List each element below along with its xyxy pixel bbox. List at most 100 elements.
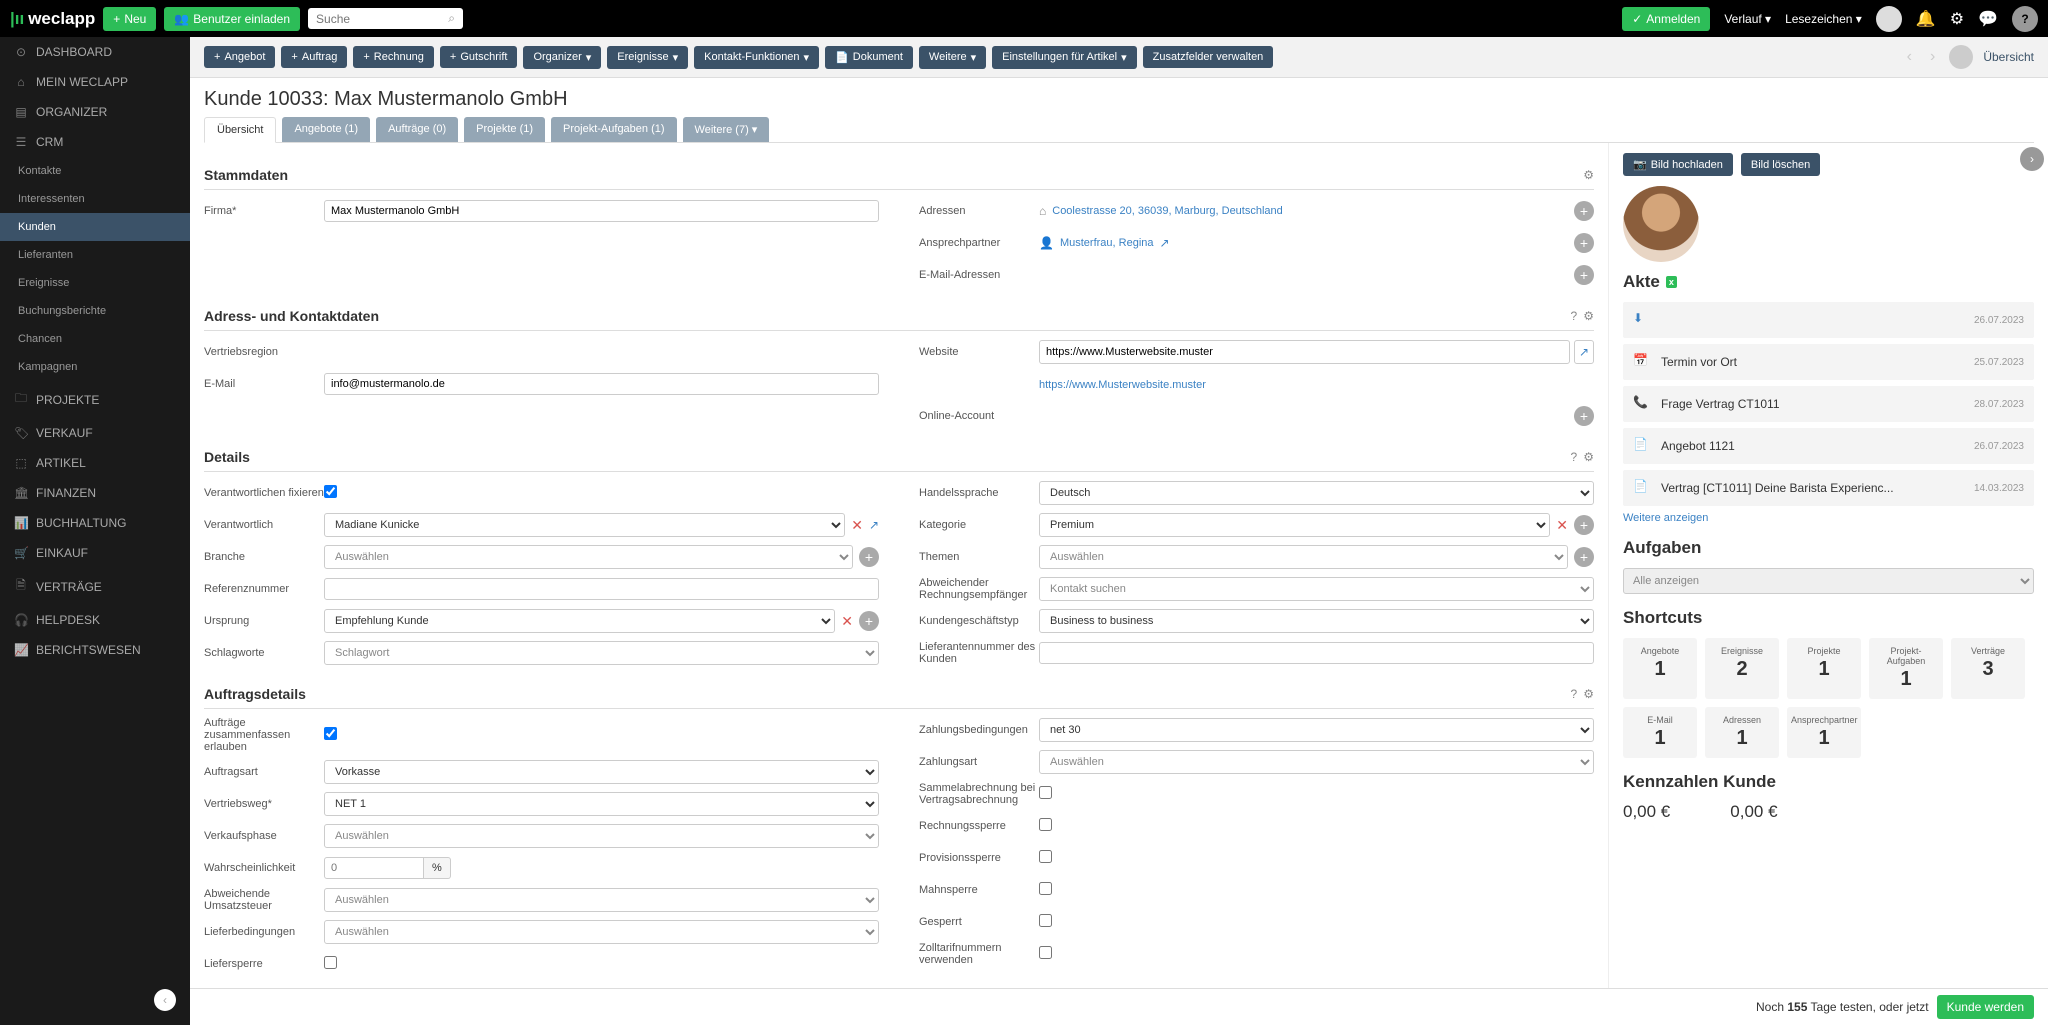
gutschrift-button[interactable]: + Gutschrift <box>440 46 518 68</box>
nav-next-icon[interactable]: › <box>1926 48 1939 66</box>
auftrag-button[interactable]: + Auftrag <box>281 46 347 68</box>
xls-badge[interactable]: x <box>1666 276 1677 288</box>
new-button[interactable]: +Neu <box>103 7 156 31</box>
kontakt-button[interactable]: Kontakt-Funktionen ▾ <box>694 46 819 69</box>
sidebar-lieferanten[interactable]: Lieferanten <box>0 241 190 269</box>
dokument-button[interactable]: 📄 Dokument <box>825 46 913 69</box>
sidebar-kampagnen[interactable]: Kampagnen <box>0 353 190 381</box>
shortcut-tile[interactable]: E-Mail1 <box>1623 707 1697 758</box>
bell-icon[interactable]: 🔔 <box>1916 9 1936 29</box>
user-avatar[interactable] <box>1876 6 1902 32</box>
chat-icon[interactable]: 💬 <box>1978 9 1998 29</box>
help-icon[interactable]: ? <box>1571 309 1578 323</box>
search-box[interactable]: ⌕ <box>308 8 463 29</box>
verkaufsphase-select[interactable]: Auswählen <box>324 824 879 848</box>
add-ursprung-button[interactable]: + <box>859 611 879 631</box>
akte-item[interactable]: ⬇26.07.2023 <box>1623 302 2034 338</box>
ext-link-icon[interactable]: ↗ <box>1160 236 1170 250</box>
help-icon[interactable]: ? <box>1571 450 1578 464</box>
gear-icon[interactable]: ⚙ <box>1950 9 1964 29</box>
website-ext-icon[interactable]: ↗ <box>1574 340 1594 364</box>
bild-hochladen-button[interactable]: 📷 Bild hochladen <box>1623 153 1733 176</box>
add-adresse-button[interactable]: + <box>1574 201 1594 221</box>
shortcut-tile[interactable]: Verträge3 <box>1951 638 2025 699</box>
lieferbed-select[interactable]: Auswählen <box>324 920 879 944</box>
shortcut-tile[interactable]: Ansprechpartner1 <box>1787 707 1861 758</box>
sidebar-collapse-button[interactable]: ‹ <box>154 989 176 1011</box>
shortcut-tile[interactable]: Ereignisse2 <box>1705 638 1779 699</box>
sidebar-artikel[interactable]: ⬚ARTIKEL <box>0 448 190 478</box>
bookmarks-link[interactable]: Lesezeichen ▾ <box>1785 12 1862 26</box>
email-input[interactable] <box>324 373 879 395</box>
organizer-button[interactable]: Organizer ▾ <box>523 46 601 69</box>
clear-kategorie-icon[interactable]: ✕ <box>1556 517 1568 534</box>
verantw-fix-checkbox[interactable] <box>324 485 337 498</box>
weitere-button[interactable]: Weitere ▾ <box>919 46 986 69</box>
tab-uebersicht[interactable]: Übersicht <box>204 117 276 143</box>
abw-rech-select[interactable]: Kontakt suchen <box>1039 577 1594 601</box>
website-input[interactable] <box>1039 340 1570 364</box>
sidebar-interessenten[interactable]: Interessenten <box>0 185 190 213</box>
sidebar-buchhaltung[interactable]: 📊BUCHHALTUNG <box>0 508 190 538</box>
aufgaben-filter-select[interactable]: Alle anzeigen <box>1623 568 2034 594</box>
sidebar-verkauf[interactable]: 🏷VERKAUF <box>0 418 190 448</box>
invite-user-button[interactable]: 👥Benutzer einladen <box>164 7 300 31</box>
login-button[interactable]: ✓Anmelden <box>1622 7 1710 31</box>
themen-select[interactable]: Auswählen <box>1039 545 1568 569</box>
ubersicht-link[interactable]: Übersicht <box>1983 50 2034 64</box>
sidebar-helpdesk[interactable]: 🎧HELPDESK <box>0 605 190 635</box>
liefersperre-checkbox[interactable] <box>324 956 337 969</box>
sidebar-dashboard[interactable]: ⊙DASHBOARD <box>0 37 190 67</box>
sidebar-projekte[interactable]: 🗀PROJEKTE <box>0 381 190 418</box>
branche-select[interactable]: Auswählen <box>324 545 853 569</box>
akte-item[interactable]: 📄Angebot 112126.07.2023 <box>1623 428 2034 464</box>
schlagworte-select[interactable]: Schlagwort <box>324 641 879 665</box>
help-icon[interactable]: ? <box>1571 687 1578 701</box>
nav-circle[interactable] <box>1949 45 1973 69</box>
sidebar-vertraege[interactable]: 🗎VERTRÄGE <box>0 568 190 605</box>
lieferantennr-input[interactable] <box>1039 642 1594 664</box>
tab-angebote[interactable]: Angebote (1) <box>282 117 370 142</box>
sidebar-finanzen[interactable]: 🏛FINANZEN <box>0 478 190 508</box>
provsperre-checkbox[interactable] <box>1039 850 1052 863</box>
sidebar-crm[interactable]: ☰CRM <box>0 127 190 157</box>
tab-projekt-aufgaben[interactable]: Projekt-Aufgaben (1) <box>551 117 677 142</box>
gear-icon[interactable]: ⚙ <box>1583 168 1594 182</box>
add-themen-button[interactable]: + <box>1574 547 1594 567</box>
tab-auftraege[interactable]: Aufträge (0) <box>376 117 458 142</box>
sidebar-kunden[interactable]: Kunden <box>0 213 190 241</box>
einstellungen-button[interactable]: Einstellungen für Artikel ▾ <box>992 46 1136 69</box>
clear-ursprung-icon[interactable]: ✕ <box>841 613 853 630</box>
gear-icon[interactable]: ⚙ <box>1583 450 1594 464</box>
geschaeftstyp-select[interactable]: Business to business <box>1039 609 1594 633</box>
ansprech-link[interactable]: Musterfrau, Regina <box>1060 237 1154 249</box>
rechnung-button[interactable]: + Rechnung <box>353 46 434 68</box>
sidebar-einkauf[interactable]: 🛒EINKAUF <box>0 538 190 568</box>
nav-prev-icon[interactable]: ‹ <box>1903 48 1916 66</box>
shortcut-tile[interactable]: Adressen1 <box>1705 707 1779 758</box>
akte-item[interactable]: 📞Frage Vertrag CT101128.07.2023 <box>1623 386 2034 422</box>
handelssprache-select[interactable]: Deutsch <box>1039 481 1594 505</box>
vertriebsweg-select[interactable]: NET 1 <box>324 792 879 816</box>
tab-projekte[interactable]: Projekte (1) <box>464 117 545 142</box>
sammel-checkbox[interactable] <box>1039 786 1052 799</box>
zolltarif-checkbox[interactable] <box>1039 946 1052 959</box>
kunde-werden-button[interactable]: Kunde werden <box>1937 995 2034 1019</box>
expand-panel-button[interactable]: › <box>2020 147 2044 171</box>
akte-item[interactable]: 📅Termin vor Ort25.07.2023 <box>1623 344 2034 380</box>
sidebar-mein-weclapp[interactable]: ⌂MEIN WECLAPP <box>0 67 190 97</box>
zahlungsbed-select[interactable]: net 30 <box>1039 718 1594 742</box>
auftraege-zus-checkbox[interactable] <box>324 727 337 740</box>
add-email-button[interactable]: + <box>1574 265 1594 285</box>
abw-ust-select[interactable]: Auswählen <box>324 888 879 912</box>
auftragsart-select[interactable]: Vorkasse <box>324 760 879 784</box>
ursprung-select[interactable]: Empfehlung Kunde <box>324 609 835 633</box>
help-icon[interactable]: ? <box>2012 6 2038 32</box>
kategorie-select[interactable]: Premium <box>1039 513 1550 537</box>
ext-verantw-icon[interactable]: ↗ <box>869 518 879 532</box>
history-link[interactable]: Verlauf ▾ <box>1724 12 1771 26</box>
adresse-link[interactable]: Coolestrasse 20, 36039, Marburg, Deutsch… <box>1052 205 1283 217</box>
gear-icon[interactable]: ⚙ <box>1583 687 1594 701</box>
angebot-button[interactable]: + Angebot <box>204 46 275 68</box>
mahnsperre-checkbox[interactable] <box>1039 882 1052 895</box>
